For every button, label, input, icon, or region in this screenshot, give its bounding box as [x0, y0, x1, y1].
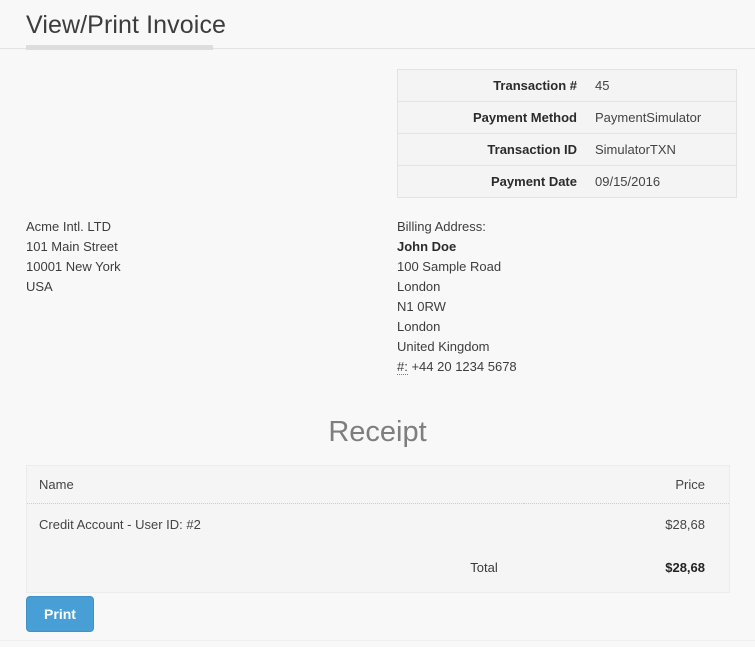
table-row: Transaction # 45 — [397, 70, 737, 102]
page-header: View/Print Invoice — [0, 0, 755, 56]
table-row: Credit Account - User ID: #2 $28,68 — [27, 504, 730, 546]
transaction-id-label: Transaction ID — [487, 142, 577, 157]
transaction-summary-table: Transaction # 45 Payment Method PaymentS… — [397, 69, 737, 198]
phone-abbr-icon: #: — [397, 359, 408, 375]
billing-phone-line: #: +44 20 1234 5678 — [397, 357, 517, 377]
item-price: $28,68 — [665, 517, 705, 532]
billing-phone-number: +44 20 1234 5678 — [411, 359, 517, 374]
company-address-line: Acme Intl. LTD — [26, 219, 112, 234]
table-row: Transaction ID SimulatorTXN — [397, 134, 737, 166]
company-address-line: 10001 New York — [26, 259, 121, 274]
table-row: Payment Date 09/15/2016 — [398, 166, 737, 198]
receipt-items-table: Name Price Credit Account - User ID: #2 … — [26, 465, 730, 593]
payment-date-value: 09/15/2016 — [595, 174, 661, 189]
company-address-line: 101 Main Street — [26, 239, 118, 254]
transaction-number-value: 45 — [595, 78, 610, 93]
payment-date-label: Payment Date — [491, 174, 577, 189]
billing-address-heading: Billing Address: — [397, 219, 486, 234]
table-row: Payment Method PaymentSimulator — [397, 102, 737, 134]
transaction-number-label: Transaction # — [493, 78, 577, 93]
billing-address-line: 100 Sample Road — [397, 259, 502, 274]
total-value: $28,68 — [665, 560, 705, 575]
company-address-line: USA — [26, 279, 53, 294]
item-name: Credit Account - User ID: #2 — [39, 517, 201, 532]
company-address-block: Acme Intl. LTD 101 Main Street 10001 New… — [26, 217, 121, 297]
column-header-price: Price — [523, 465, 730, 504]
total-label: Total — [470, 560, 498, 575]
column-header-name: Name — [26, 465, 524, 504]
table-total-row: Total $28,68 — [27, 545, 730, 593]
header-divider-accent — [26, 45, 213, 50]
payment-method-value: PaymentSimulator — [595, 110, 702, 125]
billing-address-line: London — [397, 279, 441, 294]
receipt-heading: Receipt — [328, 416, 427, 448]
billing-address-line: London — [397, 319, 441, 334]
page-title: View/Print Invoice — [26, 11, 227, 39]
footer-divider — [0, 640, 755, 641]
billing-customer-name: John Doe — [397, 239, 457, 254]
transaction-id-value: SimulatorTXN — [595, 142, 676, 157]
payment-method-label: Payment Method — [472, 110, 577, 125]
print-button[interactable]: Print — [26, 596, 94, 632]
billing-address-block: Billing Address: John Doe 100 Sample Roa… — [397, 217, 517, 377]
billing-address-line: N1 0RW — [397, 299, 446, 314]
table-header-row: Name Price — [26, 465, 730, 504]
billing-address-line: United Kingdom — [397, 339, 490, 354]
